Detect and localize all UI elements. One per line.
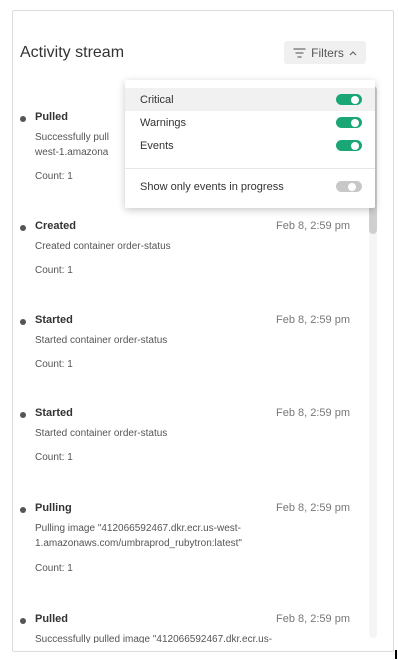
event-title: Pulled xyxy=(35,111,69,123)
divider xyxy=(125,168,375,169)
filter-lines-icon xyxy=(293,47,306,58)
bullet-icon xyxy=(20,225,26,231)
event-count: Count: 1 xyxy=(35,171,73,182)
page-title: Activity stream xyxy=(20,44,125,61)
list-item: Pulled Feb 8, 2:59 pm Successfully pulle… xyxy=(20,613,350,643)
filter-option-events[interactable]: Events xyxy=(125,134,375,157)
event-message: Created container order-status xyxy=(35,241,171,252)
filter-label: Show only events in progress xyxy=(140,180,284,193)
critical-toggle[interactable] xyxy=(336,94,362,105)
bullet-icon xyxy=(20,319,26,325)
bullet-icon xyxy=(20,412,26,418)
bullet-icon xyxy=(20,618,26,624)
event-timestamp: Feb 8, 2:59 pm xyxy=(276,613,350,625)
filters-button[interactable]: Filters xyxy=(284,41,366,64)
event-timestamp: Feb 8, 2:59 pm xyxy=(276,314,350,326)
event-timestamp: Feb 8, 2:59 pm xyxy=(276,407,350,419)
event-title: Started xyxy=(35,314,73,326)
chevron-up-icon xyxy=(349,50,357,55)
toggle-knob xyxy=(351,95,359,104)
event-count: Count: 1 xyxy=(35,359,73,370)
list-item: Started Feb 8, 2:59 pm Started container… xyxy=(20,407,350,467)
bullet-icon xyxy=(20,507,26,513)
list-item: Created Feb 8, 2:59 pm Created container… xyxy=(20,220,350,280)
event-count: Count: 1 xyxy=(35,563,73,574)
event-title: Created xyxy=(35,220,76,232)
event-message: Successfully pulled image "412066592467.… xyxy=(35,634,273,643)
toggle-knob xyxy=(351,118,359,127)
event-message: Started container order-status xyxy=(35,335,168,346)
filter-option-in-progress[interactable]: Show only events in progress xyxy=(125,175,375,198)
filters-label: Filters xyxy=(311,45,344,60)
toggle-knob xyxy=(351,141,359,150)
filter-label: Events xyxy=(140,139,174,152)
event-timestamp: Feb 8, 2:59 pm xyxy=(276,220,350,232)
event-count: Count: 1 xyxy=(35,265,73,276)
panel-header: Activity stream xyxy=(20,44,124,62)
filter-option-warnings[interactable]: Warnings xyxy=(125,111,375,134)
toggle-knob xyxy=(348,182,356,191)
event-timestamp: Feb 8, 2:59 pm xyxy=(276,502,350,514)
event-title: Started xyxy=(35,407,73,419)
event-message: Pulling image "412066592467.dkr.ecr.us-w… xyxy=(35,523,242,549)
filter-option-critical[interactable]: Critical xyxy=(125,88,375,111)
bullet-icon xyxy=(20,116,26,122)
filter-label: Warnings xyxy=(140,116,187,129)
event-title: Pulled xyxy=(35,613,69,625)
filter-label: Critical xyxy=(140,93,174,106)
event-message: Started container order-status xyxy=(35,428,168,439)
events-toggle[interactable] xyxy=(336,140,362,151)
event-message: Successfully pull west-1.amazona xyxy=(35,132,109,158)
event-count: Count: 1 xyxy=(35,452,73,463)
list-item: Pulling Feb 8, 2:59 pm Pulling image "41… xyxy=(20,502,350,582)
filters-dropdown: Critical Warnings Events Show only event… xyxy=(125,80,375,208)
warnings-toggle[interactable] xyxy=(336,117,362,128)
text-cursor xyxy=(395,650,397,659)
in-progress-toggle[interactable] xyxy=(336,181,362,192)
list-item: Started Feb 8, 2:59 pm Started container… xyxy=(20,314,350,374)
event-title: Pulling xyxy=(35,502,72,514)
